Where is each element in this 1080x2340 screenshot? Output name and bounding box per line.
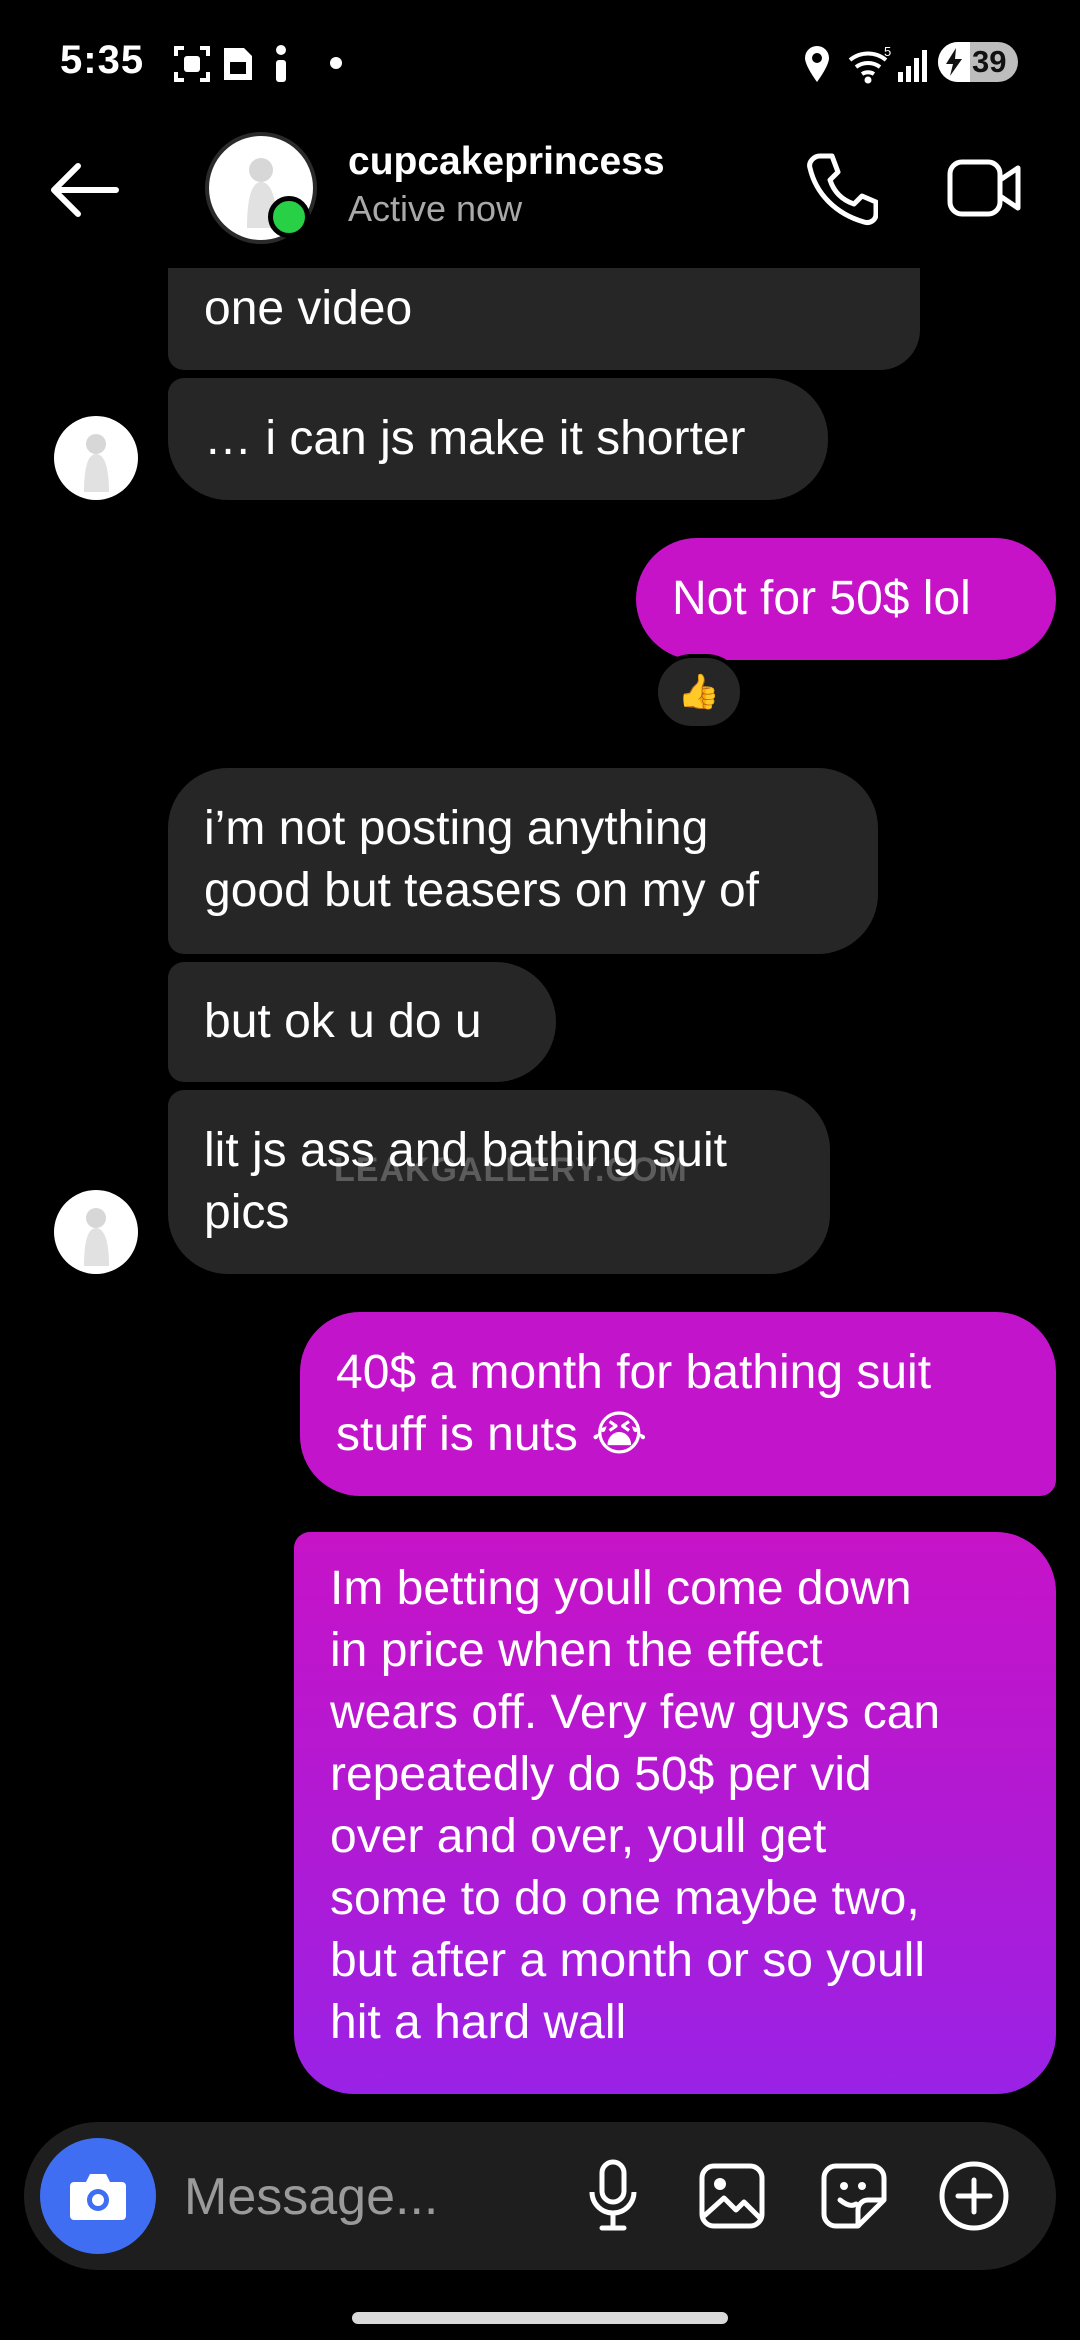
online-status-dot <box>268 196 310 238</box>
message-input[interactable] <box>182 2166 486 2228</box>
contact-active-status: Active now <box>348 188 523 229</box>
message-text-line: hit a hard wall <box>330 1996 627 2049</box>
sender-avatar[interactable] <box>54 1190 138 1274</box>
outgoing-message[interactable]: 40$ a month for bathing suit stuff is nu… <box>300 1312 1056 1496</box>
contact-name[interactable]: cupcakeprincess <box>348 140 665 184</box>
battery-level: 39 <box>972 44 1007 79</box>
message-text-line: Im betting youll come down <box>330 1562 912 1615</box>
message-text-line: wears off. Very few guys can <box>330 1686 941 1739</box>
dot-icon <box>330 57 342 69</box>
signal-icon <box>898 50 927 82</box>
sender-avatar[interactable] <box>54 416 138 500</box>
message-text: but ok u do u <box>204 995 482 1048</box>
info-icon <box>276 45 286 82</box>
phone-icon[interactable] <box>806 150 878 226</box>
sim-icon <box>224 48 252 80</box>
watermark: LEAKGALLERY.COM <box>334 1151 688 1189</box>
sticker-icon[interactable] <box>820 2162 888 2230</box>
back-arrow-icon[interactable] <box>48 160 120 220</box>
message-text: one video <box>204 282 413 335</box>
gallery-icon[interactable] <box>698 2162 766 2230</box>
wifi-icon: 5 <box>848 44 891 84</box>
svg-text:5: 5 <box>884 44 891 59</box>
message-text-line: some to do one maybe two, <box>330 1872 920 1925</box>
message-reaction[interactable]: 👍 <box>654 654 744 730</box>
message-text-line: repeatedly do 50$ per vid <box>330 1748 872 1801</box>
chat-header: cupcakeprincess Active now <box>0 120 1080 268</box>
camera-icon <box>70 2174 126 2220</box>
message-text-line: over and over, youll get <box>330 1810 827 1863</box>
camera-button[interactable] <box>40 2138 156 2254</box>
message-text-line: but after a month or so youll <box>330 1934 925 1987</box>
message-text: … i can js make it shorter <box>204 412 746 465</box>
message-text-line: stuff is nuts 😭 <box>336 1408 648 1461</box>
status-time: 5:35 <box>60 38 145 82</box>
message-text-line: in price when the effect <box>330 1624 823 1677</box>
incoming-message[interactable]: i’m not posting anything good but teaser… <box>168 768 878 954</box>
message-text: Not for 50$ lol <box>672 572 971 625</box>
message-text-line: i’m not posting anything <box>204 802 709 855</box>
message-composer <box>24 2122 1056 2270</box>
outgoing-message[interactable]: Im betting youll come down in price when… <box>294 1532 1056 2094</box>
incoming-message[interactable]: … i can js make it shorter <box>168 378 828 500</box>
incoming-message[interactable]: one video <box>168 268 920 370</box>
status-bar: 5:35 5 39 <box>0 0 1080 120</box>
message-text-line: good but teasers on my of <box>204 864 759 917</box>
location-icon <box>805 46 829 82</box>
message-text-line: 40$ a month for bathing suit <box>336 1346 932 1399</box>
outgoing-message[interactable]: Not for 50$ lol <box>636 538 1056 660</box>
video-camera-icon[interactable] <box>946 156 1022 220</box>
microphone-icon[interactable] <box>588 2158 638 2234</box>
message-text-line: pics <box>204 1186 290 1239</box>
battery-icon: 39 <box>938 42 1018 82</box>
screenshot-icon <box>174 46 210 82</box>
plus-circle-icon[interactable] <box>938 2160 1010 2232</box>
incoming-message[interactable]: but ok u do u <box>168 962 556 1082</box>
home-indicator[interactable] <box>352 2312 728 2324</box>
